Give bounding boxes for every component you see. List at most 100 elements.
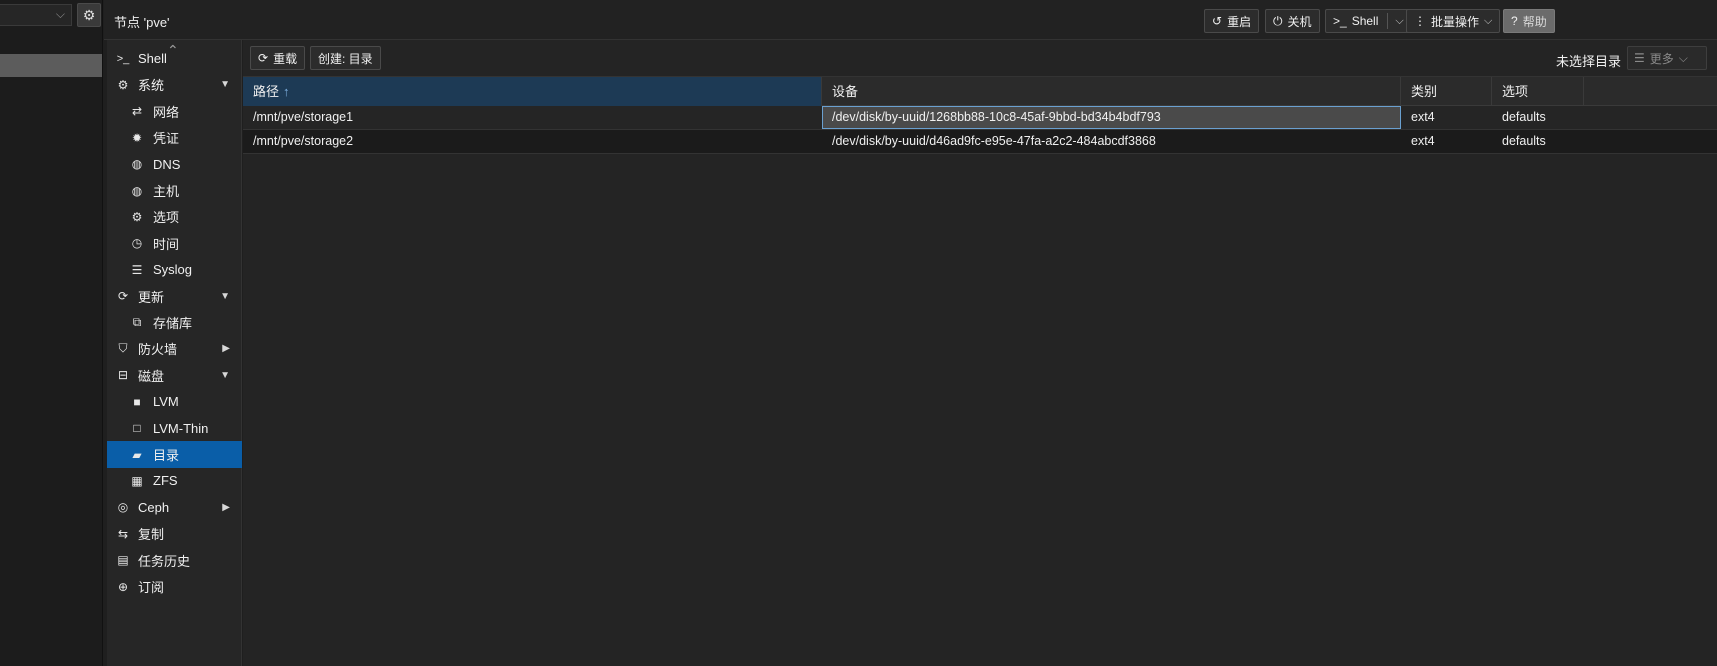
shutdown-button[interactable]: ⏻ 关机: [1265, 9, 1320, 33]
chevron-down-icon: ⌵: [1678, 50, 1688, 65]
nav-item[interactable]: ▰ 目录: [107, 441, 242, 468]
resource-tree-panel: ⌵ ⚙: [0, 0, 103, 666]
question-circle-icon: ?: [1511, 14, 1518, 28]
nav-item[interactable]: ⛉ 防火墙 ▶: [107, 335, 242, 362]
nav-item[interactable]: ⊕ 订阅: [107, 573, 242, 600]
grid-icon: ▦: [131, 473, 143, 488]
nav-item[interactable]: ◍ DNS: [107, 151, 242, 178]
nav-item-label: 存储库: [153, 316, 193, 331]
hdd-icon: ⊟: [117, 368, 129, 383]
reboot-button[interactable]: ↺ 重启: [1204, 9, 1260, 33]
reload-label: 重载: [273, 51, 298, 66]
gear-icon: ⚙: [82, 6, 96, 23]
directory-grid: 路径 ↑ 设备 类别 选项 /mnt/pve/storage1 /dev/disk…: [243, 76, 1717, 154]
help-button[interactable]: ? 帮助: [1503, 9, 1555, 33]
nav-item[interactable]: ☰ Syslog: [107, 256, 242, 283]
nav-item-label: 目录: [153, 448, 180, 463]
nav-item-label: 选项: [153, 210, 180, 226]
column-header-device-label: 设备: [832, 84, 859, 99]
nav-item[interactable]: ◎ Ceph ▶: [107, 494, 242, 521]
cell-type: ext4: [1411, 134, 1435, 148]
tree-settings-button[interactable]: ⚙: [77, 3, 101, 27]
nav-item[interactable]: ⊟ 磁盘 ▼: [107, 362, 242, 389]
nav-item-label: 订阅: [138, 580, 165, 595]
cell-device[interactable]: /dev/disk/by-uuid/1268bb88-10c8-45af-9bb…: [822, 106, 1401, 129]
list-icon: ☰: [131, 262, 143, 277]
chevron-down-icon[interactable]: ⌵: [1395, 15, 1403, 28]
nav-item[interactable]: ▦ ZFS: [107, 467, 242, 494]
toolbar: ⟳ 重载 创建: 目录 未选择目录 ☰ 更多 ⌵: [243, 40, 1717, 76]
square-icon: ■: [133, 394, 141, 409]
caret-right-icon[interactable]: ▶: [222, 343, 230, 354]
nav-item[interactable]: □ LVM-Thin: [107, 415, 242, 442]
nav-item-label: 更新: [138, 289, 165, 305]
nav-item[interactable]: ▤ 任务历史: [107, 547, 242, 574]
nav-item[interactable]: ⚙ 选项: [107, 203, 242, 230]
bulk-actions-label: 批量操作: [1431, 14, 1480, 29]
gear-icon: ⚙: [131, 209, 143, 224]
nav-item[interactable]: ◷ 时间: [107, 230, 242, 257]
nav-item-label: 时间: [153, 236, 180, 252]
nav-item[interactable]: ⧉ 存储库: [107, 309, 242, 336]
nav-item[interactable]: ⇆ 复制: [107, 520, 242, 547]
column-header-path[interactable]: 路径 ↑: [243, 77, 822, 106]
nav-item[interactable]: ⚙ 系统 ▼: [107, 71, 242, 98]
tree-selected-node[interactable]: [0, 54, 102, 77]
grid-header: 路径 ↑ 设备 类别 选项: [243, 76, 1717, 106]
column-header-type[interactable]: 类别: [1401, 77, 1492, 106]
directory-panel: ⟳ 重载 创建: 目录 未选择目录 ☰ 更多 ⌵ 路径 ↑ 设备 类别 选项 /…: [243, 40, 1717, 666]
shutdown-label: 关机: [1287, 14, 1312, 29]
cell-options: defaults: [1502, 110, 1546, 124]
table-row[interactable]: /mnt/pve/storage2 /dev/disk/by-uuid/d46a…: [243, 130, 1717, 154]
retweet-icon: ⇆: [117, 526, 129, 541]
nav-item-label: DNS: [153, 156, 181, 172]
cell-path: /mnt/pve/storage2: [253, 134, 354, 148]
help-label: 帮助: [1522, 14, 1547, 29]
nav-item-label: Ceph: [138, 499, 170, 515]
nav-item-label: LVM-Thin: [153, 420, 209, 436]
ceph-icon: ◎: [117, 500, 129, 515]
nav-item[interactable]: >_ Shell: [107, 45, 242, 72]
bulk-actions-button[interactable]: ⋮ 批量操作 ⌵: [1406, 9, 1501, 33]
nav-item[interactable]: ✹ 凭证: [107, 124, 242, 151]
nav-item[interactable]: ■ LVM: [107, 388, 242, 415]
page-title: 节点 'pve': [114, 15, 170, 30]
nav-item-label: 防火墙: [138, 342, 178, 358]
square-outline-icon: □: [133, 421, 141, 436]
power-icon: ⏻: [1273, 13, 1283, 28]
caret-down-icon[interactable]: ▼: [220, 370, 230, 381]
list-alt-icon: ▤: [117, 553, 129, 568]
more-button[interactable]: ☰ 更多 ⌵: [1627, 46, 1707, 70]
column-header-type-label: 类别: [1411, 84, 1438, 99]
refresh-icon: ⟳: [117, 289, 129, 304]
terminal-icon: >_: [1333, 14, 1347, 28]
selection-status: 未选择目录: [1555, 54, 1621, 69]
shell-button[interactable]: >_ Shell ⌵: [1325, 9, 1412, 33]
table-row[interactable]: /mnt/pve/storage1 /dev/disk/by-uuid/1268…: [243, 106, 1717, 130]
reboot-label: 重启: [1227, 14, 1252, 29]
column-header-options[interactable]: 选项: [1492, 77, 1584, 106]
node-nav-sidebar: ⌃ >_ Shell ⚙ 系统 ▼ ⇄ 网络 ✹ 凭证 ◍ DNS ◍ 主机 ⚙ 选项 ◷ 时间 ☰ Syslog ⟳…: [107, 40, 242, 666]
nav-item-label: 系统: [138, 78, 165, 94]
nav-item[interactable]: ◍ 主机: [107, 177, 242, 204]
nav-item-label: 主机: [153, 184, 180, 199]
create-directory-button[interactable]: 创建: 目录: [310, 46, 381, 70]
exchange-icon: ⇄: [131, 104, 143, 119]
column-header-device[interactable]: 设备: [822, 77, 1401, 106]
shell-label: Shell: [1351, 14, 1379, 28]
node-header: 节点 'pve' ↺ 重启 ⏻ 关机 >_ Shell ⌵ ⋮ 批量操作 ⌵ ?…: [104, 0, 1717, 40]
clock-icon: ◷: [131, 236, 143, 251]
caret-down-icon[interactable]: ▼: [220, 79, 230, 90]
terminal-icon: >_: [116, 52, 130, 65]
nav-item[interactable]: ⇄ 网络: [107, 98, 242, 125]
nav-item[interactable]: ⟳ 更新 ▼: [107, 283, 242, 310]
nav-item-label: 网络: [153, 104, 180, 120]
caret-right-icon[interactable]: ▶: [222, 502, 230, 513]
nav-item-label: ZFS: [153, 473, 178, 489]
reload-button[interactable]: ⟳ 重载: [250, 46, 306, 70]
view-selector[interactable]: ⌵: [0, 4, 72, 26]
certificate-icon: ✹: [131, 130, 143, 145]
bars-icon: ☰: [1634, 51, 1645, 65]
globe-icon: ◍: [131, 183, 143, 198]
caret-down-icon[interactable]: ▼: [220, 291, 230, 302]
